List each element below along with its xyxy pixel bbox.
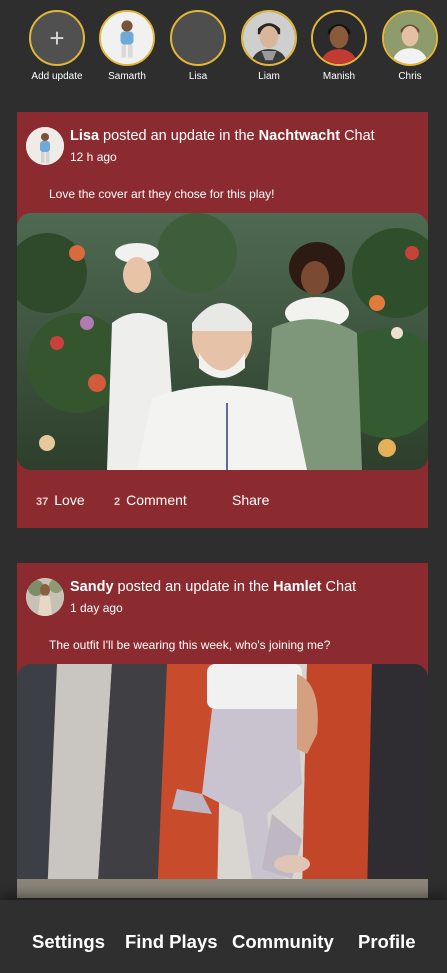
post-caption: The outfit I'll be wearing this week, wh… — [49, 638, 331, 652]
post-headline: Sandy posted an update in the Hamlet Cha… — [70, 579, 356, 595]
post-timestamp: 1 day ago — [70, 601, 123, 615]
story-name: Samarth — [108, 71, 146, 82]
nav-settings[interactable]: Settings — [32, 931, 105, 953]
post-action-text: posted an update in the — [99, 128, 259, 144]
story-add-update[interactable]: + Add update — [24, 10, 90, 82]
nav-profile[interactable]: Profile — [358, 931, 416, 953]
story-avatar — [311, 10, 367, 66]
avatar[interactable] — [26, 578, 64, 616]
post-card: Lisa posted an update in the Nachtwacht … — [17, 112, 428, 528]
share-label: Share — [232, 492, 270, 508]
post-chat-name[interactable]: Nachtwacht — [259, 128, 340, 144]
story-avatar: + — [29, 10, 85, 66]
love-button[interactable]: 37 Love — [36, 492, 85, 508]
post-author[interactable]: Lisa — [70, 128, 99, 144]
plus-icon: + — [49, 22, 65, 53]
story-lisa[interactable]: Lisa — [165, 10, 231, 82]
story-name: Liam — [258, 71, 280, 82]
comment-label: Comment — [126, 492, 187, 508]
post-image[interactable] — [17, 213, 428, 470]
avatar[interactable] — [26, 127, 64, 165]
post-action-text: posted an update in the — [113, 579, 274, 595]
post-card: Sandy posted an update in the Hamlet Cha… — [17, 563, 428, 898]
story-liam[interactable]: Liam — [236, 10, 302, 82]
bottom-nav: Settings Find Plays Community Profile — [0, 900, 447, 973]
story-samarth[interactable]: Samarth — [94, 10, 160, 82]
stories-bar: + Add update Samarth Lisa Liam Manish Ch… — [0, 0, 447, 100]
nav-community[interactable]: Community — [232, 931, 334, 953]
story-name: Chris — [398, 71, 422, 82]
story-name: Manish — [322, 71, 356, 82]
story-manish[interactable]: Manish — [306, 10, 372, 82]
love-count: 37 — [36, 496, 49, 508]
story-avatar — [170, 10, 226, 66]
post-chat-suffix: Chat — [340, 128, 375, 144]
story-name: Lisa — [188, 71, 208, 82]
story-avatar — [382, 10, 438, 66]
post-author[interactable]: Sandy — [70, 579, 114, 595]
story-chris[interactable]: Chris — [377, 10, 443, 82]
post-chat-name[interactable]: Hamlet — [273, 579, 321, 595]
story-avatar — [241, 10, 297, 66]
share-button[interactable]: Share — [232, 492, 269, 508]
post-timestamp: 12 h ago — [70, 150, 117, 164]
post-chat-suffix: Chat — [321, 579, 357, 595]
post-caption: Love the cover art they chose for this p… — [49, 187, 275, 201]
story-name: Add update — [31, 71, 83, 82]
post-actions: 37 Love 2 Comment Share — [17, 492, 428, 516]
comment-button[interactable]: 2 Comment — [114, 492, 187, 508]
nav-find-plays[interactable]: Find Plays — [125, 931, 218, 953]
post-image[interactable] — [17, 664, 428, 898]
comment-count: 2 — [114, 496, 121, 508]
love-label: Love — [54, 492, 85, 508]
story-avatar — [99, 10, 155, 66]
post-headline: Lisa posted an update in the Nachtwacht … — [70, 128, 375, 144]
